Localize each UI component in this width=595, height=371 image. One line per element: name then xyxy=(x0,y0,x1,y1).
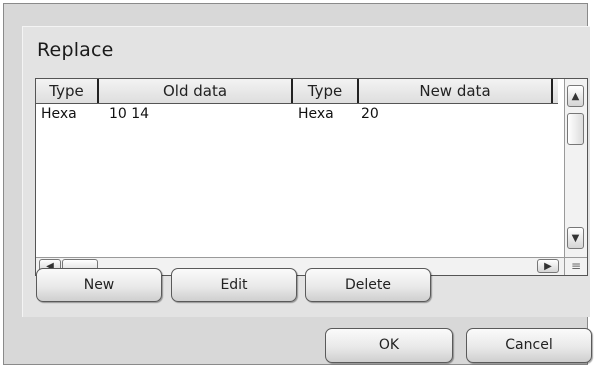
cell-old-data: 10 14 xyxy=(109,106,150,122)
replace-dialog: Replace Type Old data Type New data Hexa… xyxy=(3,3,592,365)
edit-button[interactable]: Edit xyxy=(171,268,297,302)
table-header: Type Old data Type New data xyxy=(36,79,558,104)
scroll-right-icon[interactable]: ▶ xyxy=(537,259,559,273)
replace-table: Type Old data Type New data Hexa 10 14 H… xyxy=(35,78,588,276)
cell-type-old: Hexa xyxy=(41,106,77,122)
ok-button[interactable]: OK xyxy=(325,328,453,363)
delete-button[interactable]: Delete xyxy=(305,268,431,302)
vertical-scroll-thumb[interactable] xyxy=(567,113,584,145)
column-header-type-old[interactable]: Type xyxy=(36,79,99,103)
column-header-new-data[interactable]: New data xyxy=(359,79,553,103)
cell-type-new: Hexa xyxy=(298,106,334,122)
column-header-filler xyxy=(553,79,558,103)
column-header-old-data[interactable]: Old data xyxy=(99,79,293,103)
table-row[interactable]: Hexa 10 14 Hexa 20 xyxy=(36,104,558,125)
scroll-down-icon[interactable]: ▼ xyxy=(567,227,584,249)
group-title: Replace xyxy=(37,39,114,61)
resize-grip-icon: ≡ xyxy=(564,257,587,275)
new-button[interactable]: New xyxy=(36,268,162,302)
table-body: Hexa 10 14 Hexa 20 xyxy=(36,104,558,125)
cancel-button[interactable]: Cancel xyxy=(466,328,592,363)
scroll-up-icon[interactable]: ▲ xyxy=(567,85,584,107)
cell-new-data: 20 xyxy=(361,106,379,122)
column-header-type-new[interactable]: Type xyxy=(293,79,359,103)
vertical-scrollbar[interactable]: ▲ ▼ xyxy=(564,79,587,257)
